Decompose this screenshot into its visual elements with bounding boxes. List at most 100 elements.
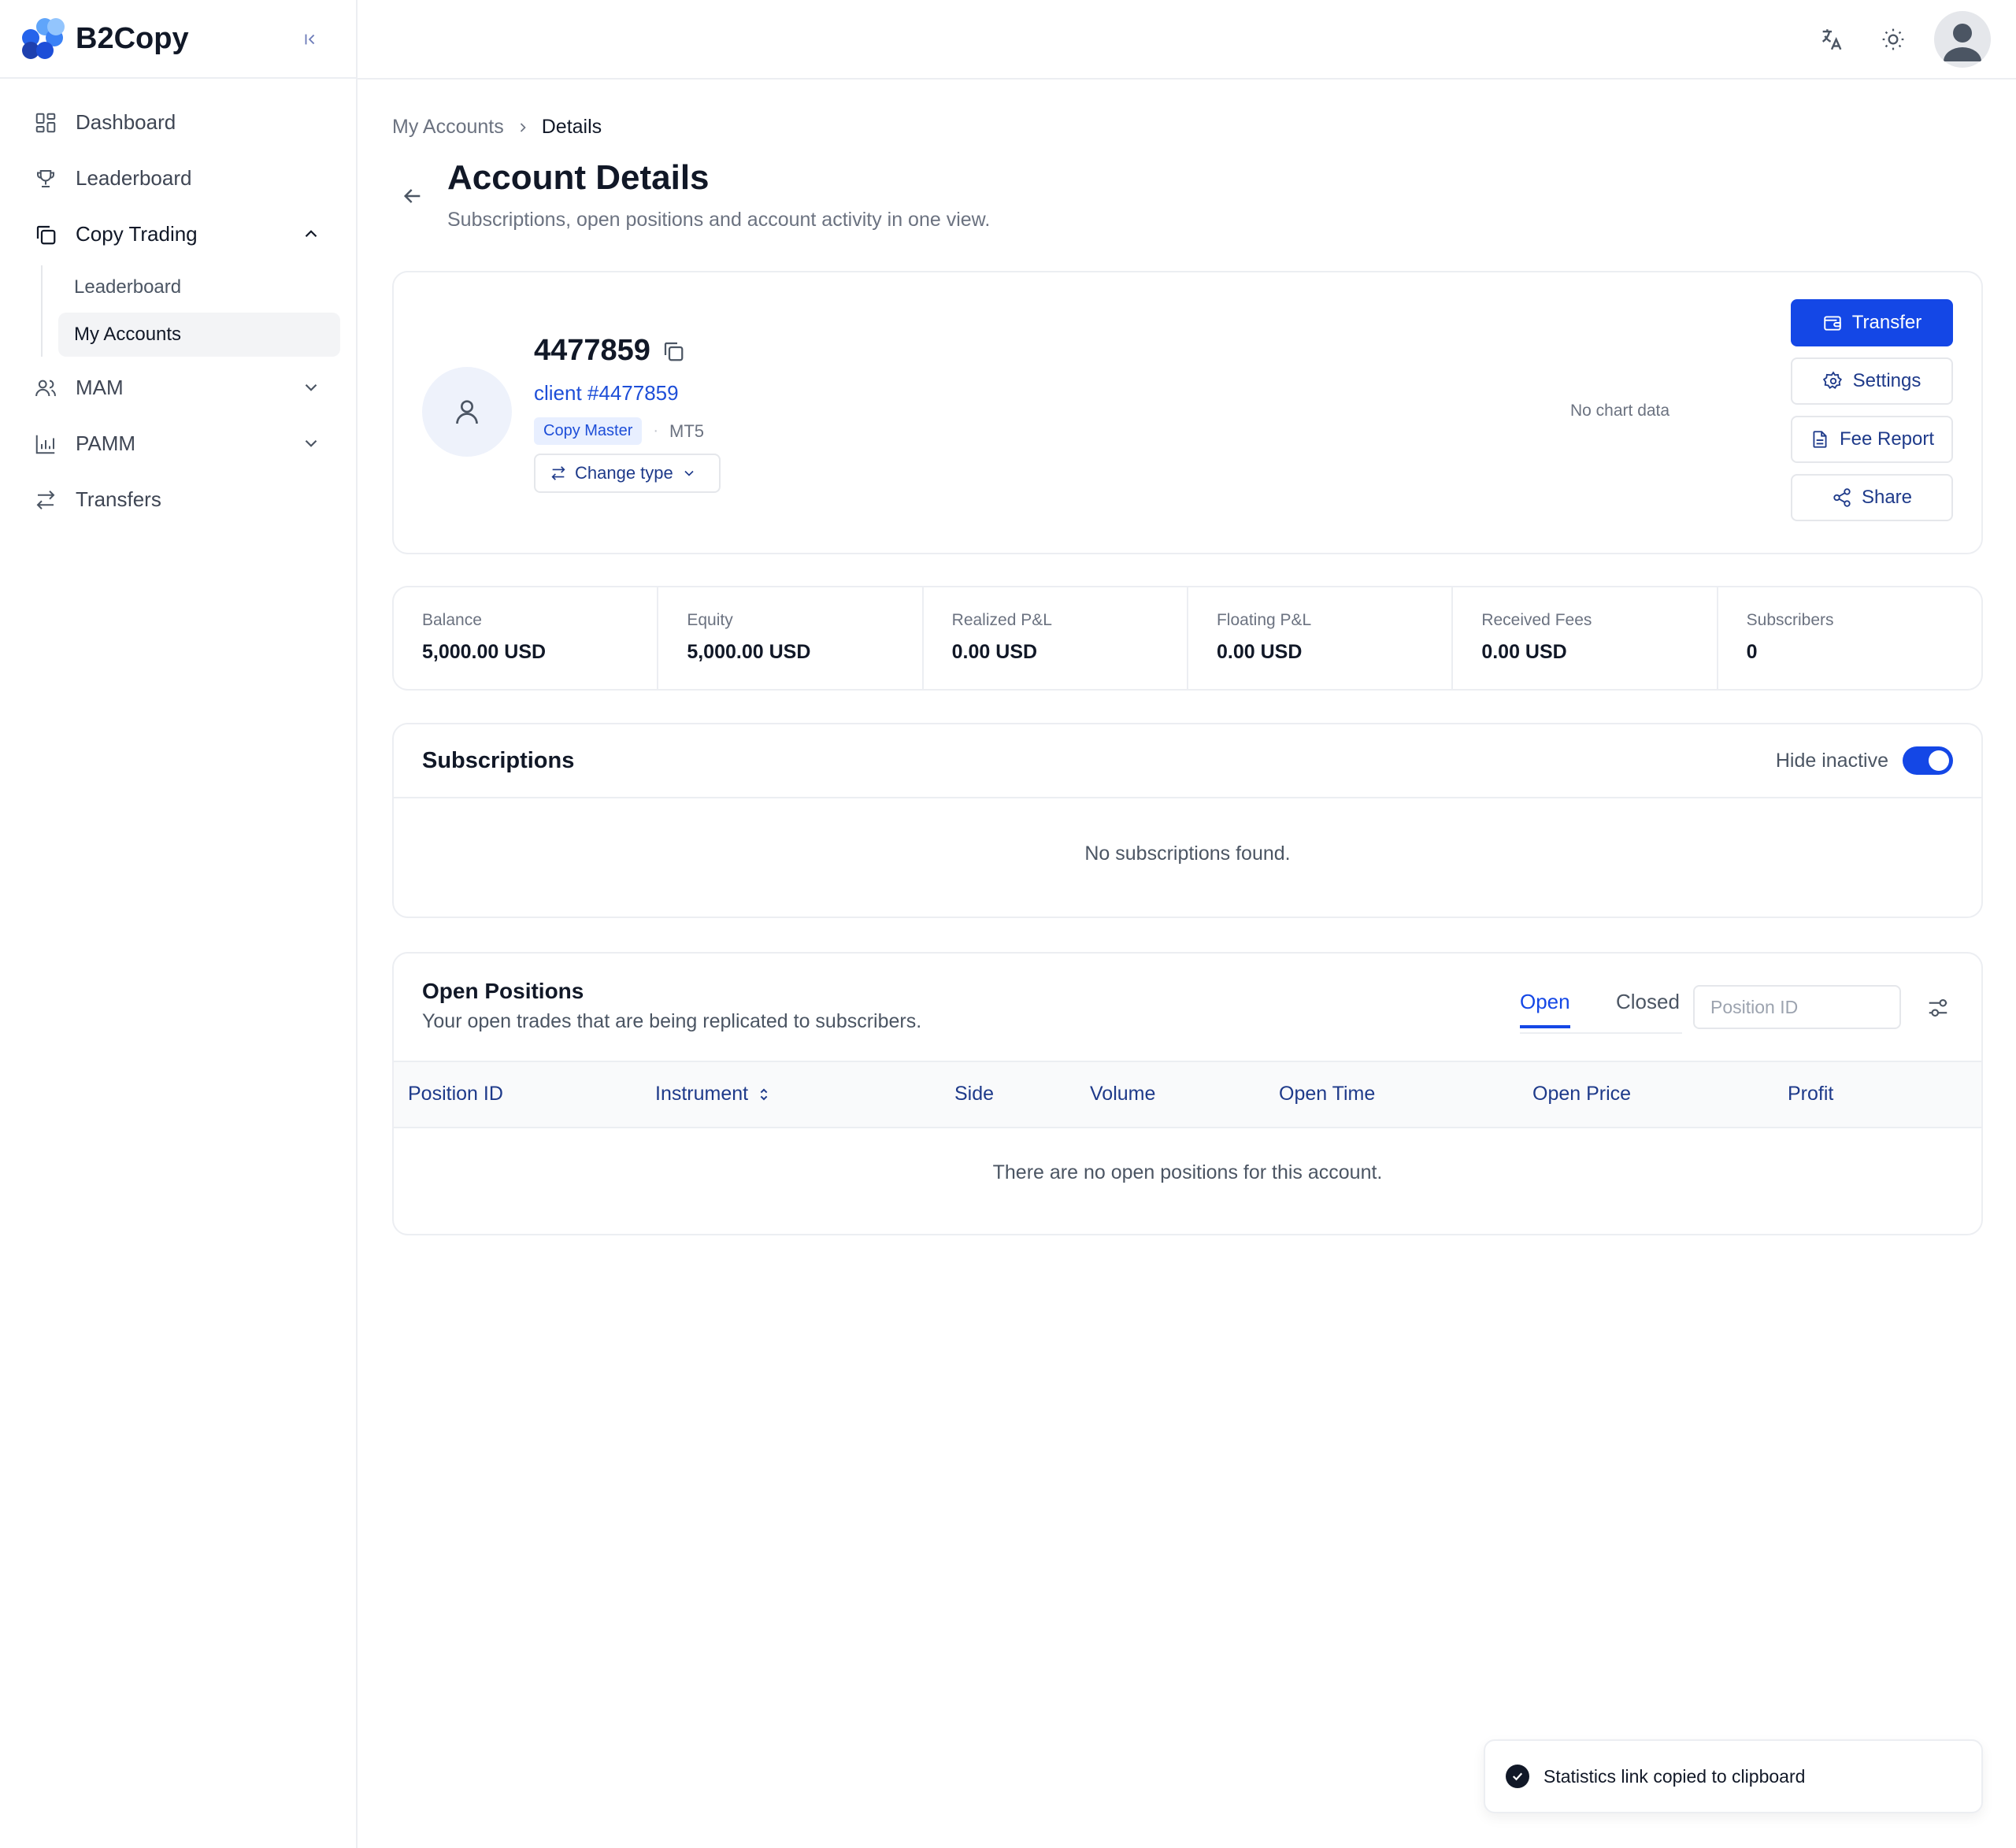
sidebar-item-dashboard[interactable]: Dashboard bbox=[0, 94, 356, 150]
account-id-value: 4477859 bbox=[534, 334, 650, 367]
account-actions: Transfer Settings Fee Report Share bbox=[1791, 299, 1953, 532]
column-position-id[interactable]: Position ID bbox=[408, 1083, 503, 1105]
transfer-button[interactable]: Transfer bbox=[1791, 299, 1953, 346]
change-type-label: Change type bbox=[575, 463, 673, 483]
column-profit[interactable]: Profit bbox=[1788, 1083, 1833, 1105]
open-positions-card: Open Positions Your open trades that are… bbox=[392, 952, 1983, 1235]
back-arrow-icon[interactable] bbox=[400, 183, 425, 209]
brand-name: B2Copy bbox=[76, 21, 189, 55]
column-open-time[interactable]: Open Time bbox=[1279, 1083, 1375, 1105]
column-side[interactable]: Side bbox=[954, 1083, 994, 1105]
subscriptions-empty-message: No subscriptions found. bbox=[1084, 843, 1291, 865]
hide-inactive-label: Hide inactive bbox=[1775, 749, 1888, 772]
stat-realized-pl: Realized P&L 0.00 USD bbox=[924, 587, 1188, 689]
stat-label: Balance bbox=[422, 611, 482, 629]
column-instrument[interactable]: Instrument bbox=[655, 1083, 770, 1105]
sidebar-subitem-my-accounts[interactable]: My Accounts bbox=[58, 313, 340, 357]
platform-label: MT5 bbox=[669, 420, 705, 441]
chevron-up-icon[interactable] bbox=[301, 224, 321, 244]
toast-message: Statistics link copied to clipboard bbox=[1544, 1765, 1806, 1787]
hide-inactive-toggle[interactable] bbox=[1903, 746, 1953, 775]
breadcrumb-parent[interactable]: My Accounts bbox=[392, 116, 504, 139]
toggle-knob bbox=[1929, 750, 1949, 771]
stat-value: 5,000.00 USD bbox=[687, 641, 811, 663]
sidebar-item-label: PAMM bbox=[76, 431, 136, 455]
stat-label: Realized P&L bbox=[951, 611, 1052, 629]
chevron-down-icon[interactable] bbox=[301, 433, 321, 454]
transfer-label: Transfer bbox=[1851, 312, 1922, 333]
no-chart-text: No chart data bbox=[1570, 402, 1670, 420]
bar-chart-icon bbox=[32, 430, 60, 458]
sidebar-item-mam[interactable]: MAM bbox=[0, 360, 356, 416]
account-id: 4477859 bbox=[534, 334, 685, 368]
translate-icon[interactable] bbox=[1816, 24, 1847, 55]
sidebar-item-label: Copy Trading bbox=[76, 222, 198, 246]
sidebar-item-leaderboard[interactable]: Leaderboard bbox=[0, 150, 356, 206]
sun-icon[interactable] bbox=[1877, 24, 1909, 55]
stat-balance: Balance 5,000.00 USD bbox=[394, 587, 659, 689]
subscriptions-header: Subscriptions Hide inactive bbox=[394, 724, 1981, 798]
tab-closed[interactable]: Closed bbox=[1616, 990, 1680, 1028]
dashboard-icon bbox=[32, 109, 60, 137]
stat-value: 0.00 USD bbox=[1216, 641, 1303, 663]
sidebar-nav: Dashboard Leaderboard Copy Trading Leade… bbox=[0, 79, 356, 528]
client-link[interactable]: client #4477859 bbox=[534, 381, 679, 406]
check-circle-icon bbox=[1506, 1765, 1529, 1788]
trophy-icon bbox=[32, 165, 60, 193]
column-open-price[interactable]: Open Price bbox=[1532, 1083, 1631, 1105]
share-icon bbox=[1833, 488, 1851, 507]
change-type-button[interactable]: Change type bbox=[534, 454, 721, 493]
toast-notification: Statistics link copied to clipboard bbox=[1484, 1739, 1983, 1813]
column-volume[interactable]: Volume bbox=[1090, 1083, 1155, 1105]
stat-equity: Equity 5,000.00 USD bbox=[658, 587, 924, 689]
top-bar bbox=[358, 0, 2016, 80]
fee-report-label: Fee Report bbox=[1839, 428, 1935, 450]
stat-label: Subscribers bbox=[1746, 611, 1834, 629]
copy-icon bbox=[32, 220, 60, 249]
page-subtitle: Subscriptions, open positions and accoun… bbox=[447, 209, 991, 231]
collapse-sidebar-icon[interactable] bbox=[296, 25, 324, 54]
hide-inactive-control: Hide inactive bbox=[1776, 746, 1953, 775]
sidebar-item-transfers[interactable]: Transfers bbox=[0, 472, 356, 528]
stat-label: Floating P&L bbox=[1216, 611, 1312, 629]
logo-bar: B2Copy bbox=[0, 0, 356, 79]
wallet-icon bbox=[1824, 316, 1841, 331]
settings-label: Settings bbox=[1852, 370, 1922, 391]
document-icon bbox=[1813, 431, 1827, 448]
page-title: Account Details bbox=[447, 158, 710, 197]
copy-trading-submenu: Leaderboard My Accounts bbox=[41, 265, 356, 357]
gear-icon bbox=[1822, 371, 1842, 389]
sidebar: B2Copy Dashboard Leaderboard Copy Tradin… bbox=[0, 0, 358, 1848]
sidebar-item-copy-trading[interactable]: Copy Trading bbox=[0, 206, 356, 262]
sidebar-item-label: Transfers bbox=[76, 487, 161, 511]
positions-table-header: Position ID Instrument Side Volume Open … bbox=[394, 1061, 1981, 1128]
breadcrumb-current: Details bbox=[541, 116, 602, 138]
stat-label: Received Fees bbox=[1481, 611, 1592, 629]
position-id-search-input[interactable] bbox=[1693, 985, 1901, 1029]
stat-value: 0.00 USD bbox=[951, 641, 1038, 663]
tabs-underline bbox=[1520, 1032, 1682, 1034]
subscriptions-card: Subscriptions Hide inactive No subscript… bbox=[392, 723, 1983, 918]
separator-dot: · bbox=[653, 422, 659, 439]
chevron-down-icon bbox=[684, 470, 694, 476]
tab-open[interactable]: Open bbox=[1520, 990, 1570, 1028]
share-button[interactable]: Share bbox=[1791, 474, 1953, 521]
stat-value: 5,000.00 USD bbox=[422, 641, 547, 663]
sidebar-item-pamm[interactable]: PAMM bbox=[0, 416, 356, 472]
positions-tabs: Open Closed bbox=[1520, 990, 1680, 1028]
users-icon bbox=[32, 374, 60, 402]
user-avatar-icon[interactable] bbox=[1934, 11, 1991, 68]
sidebar-subitem-leaderboard[interactable]: Leaderboard bbox=[58, 265, 340, 309]
copy-icon[interactable] bbox=[662, 339, 685, 363]
account-card: 4477859 client #4477859 Copy Master · MT… bbox=[392, 271, 1983, 554]
filter-sliders-icon[interactable] bbox=[1926, 996, 1950, 1020]
fee-report-button[interactable]: Fee Report bbox=[1791, 416, 1953, 463]
subscriptions-title: Subscriptions bbox=[422, 748, 575, 773]
sidebar-item-label: Dashboard bbox=[76, 110, 176, 134]
arrows-icon bbox=[32, 486, 60, 514]
chevron-down-icon[interactable] bbox=[301, 377, 321, 398]
chevron-right-icon bbox=[520, 122, 526, 132]
settings-button[interactable]: Settings bbox=[1791, 357, 1953, 405]
stat-label: Equity bbox=[687, 611, 733, 629]
positions-title: Open Positions bbox=[422, 979, 584, 1003]
